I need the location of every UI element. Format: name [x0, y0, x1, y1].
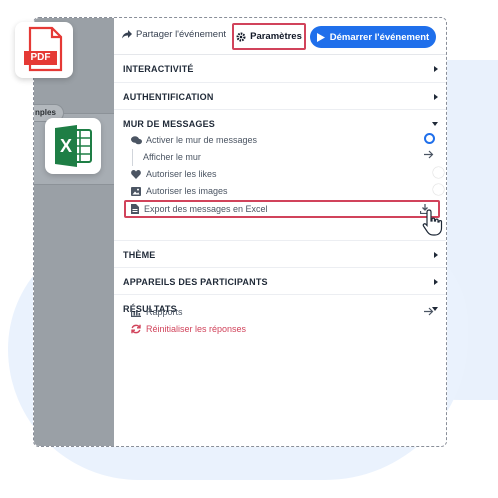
document-icon — [131, 204, 139, 214]
share-event-label: Partager l'événement — [136, 29, 227, 40]
section-participant-devices[interactable]: APPAREILS DES PARTICIPANTS — [114, 268, 446, 295]
arrow-right-icon — [424, 150, 434, 161]
export-messages-row[interactable]: Export des messages en Excel — [124, 200, 440, 218]
chevron-right-icon — [434, 252, 438, 258]
excel-x-glyph: X — [59, 136, 72, 156]
cursor-icon — [421, 208, 446, 243]
section-title: THÈME — [123, 250, 156, 260]
section-theme[interactable]: THÈME — [114, 241, 446, 268]
reports-label: Rapports — [146, 307, 183, 317]
reset-responses-row[interactable]: Réinitialiser les réponses — [130, 321, 440, 337]
share-icon — [122, 30, 132, 39]
section-title: APPAREILS DES PARTICIPANTS — [123, 277, 268, 287]
chevron-down-icon[interactable] — [432, 122, 438, 126]
refresh-icon — [130, 324, 142, 334]
settings-panel: Partager l'événement Paramètres Démarrer… — [114, 18, 446, 446]
wall-enable-label: Activer le mur de messages — [146, 135, 258, 145]
chat-bubbles-icon — [130, 135, 142, 145]
reset-responses-label: Réinitialiser les réponses — [146, 324, 247, 334]
pdf-file-badge: PDF — [15, 22, 73, 78]
show-wall-label: Afficher le mur — [143, 152, 201, 162]
allow-likes-label: Autoriser les likes — [146, 169, 217, 179]
left-pane: nples — [34, 18, 114, 446]
settings-tab-label: Paramètres — [250, 31, 302, 42]
chevron-right-icon — [434, 66, 438, 72]
bar-chart-icon — [130, 307, 142, 317]
pdf-file-icon — [24, 26, 63, 72]
show-wall-row[interactable]: Afficher le mur — [143, 149, 440, 165]
app-window: nples Partager l'événement Paramètres Dé… — [33, 17, 447, 447]
arrow-right-icon — [424, 307, 434, 318]
indent-line — [132, 149, 133, 166]
reports-row[interactable]: Rapports — [130, 304, 440, 320]
gear-icon — [236, 31, 246, 42]
section-title: INTERACTIVITÉ — [123, 64, 194, 74]
allow-images-row: Autoriser les images — [130, 183, 444, 199]
share-event-button[interactable]: Partager l'événement — [122, 29, 226, 40]
chevron-right-icon — [434, 279, 438, 285]
section-title: AUTHENTIFICATION — [123, 92, 214, 102]
start-event-button[interactable]: Démarrer l'événement — [310, 26, 436, 48]
allow-images-label: Autoriser les images — [146, 186, 228, 196]
allow-likes-row: Autoriser les likes — [130, 166, 444, 182]
image-icon — [130, 186, 142, 196]
wall-enable-row: Activer le mur de messages — [130, 132, 440, 148]
section-interactivity[interactable]: INTERACTIVITÉ — [114, 55, 446, 83]
section-title: MUR DE MESSAGES — [123, 119, 216, 129]
section-authentication[interactable]: AUTHENTIFICATION — [114, 83, 446, 110]
pdf-label: PDF — [30, 52, 51, 63]
heart-icon — [130, 169, 142, 179]
chevron-right-icon — [434, 94, 438, 100]
settings-tab[interactable]: Paramètres — [232, 23, 306, 50]
play-icon — [316, 32, 325, 42]
toolbar: Partager l'événement Paramètres Démarrer… — [114, 18, 446, 55]
export-messages-label: Export des messages en Excel — [144, 204, 268, 214]
start-event-label: Démarrer l'événement — [329, 31, 430, 43]
excel-file-badge: X — [45, 118, 101, 174]
